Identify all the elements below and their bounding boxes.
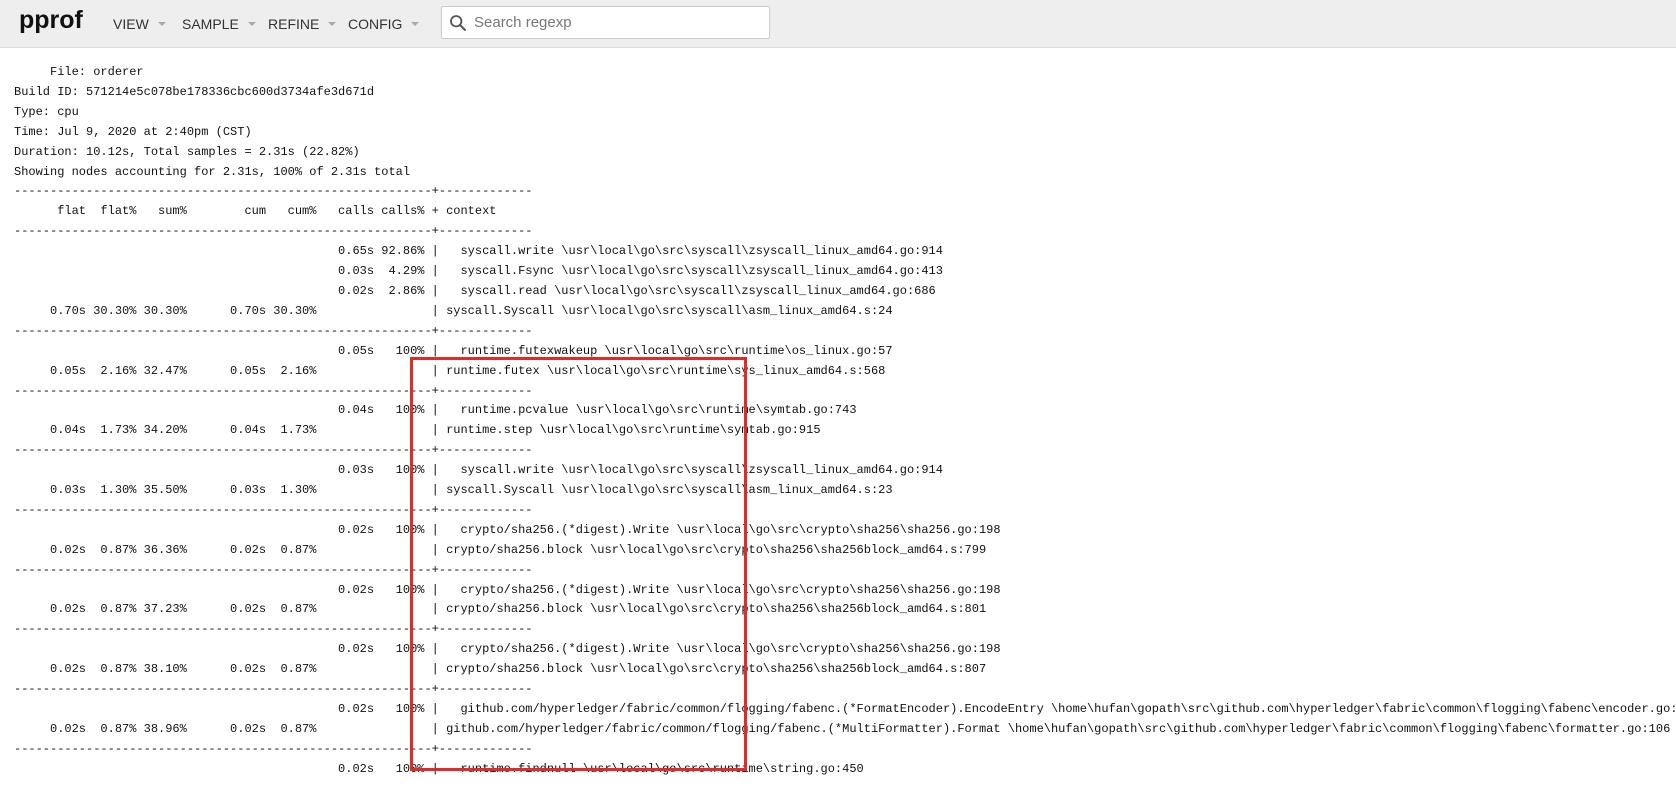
report-header-line: Time: Jul 9, 2020 at 2:40pm (CST)	[14, 124, 252, 139]
menu-config[interactable]: CONFIG	[348, 0, 420, 47]
top-bar: pprof VIEW SAMPLE REFINE CONFIG	[0, 0, 1676, 48]
report-row: 0.03s 4.29% | syscall.Fsync \usr\local\g…	[14, 264, 943, 279]
menu-view[interactable]: VIEW	[113, 0, 166, 47]
search-box	[441, 6, 770, 39]
report-row: 0.02s 0.87% 37.23% 0.02s 0.87% | crypto/…	[14, 602, 987, 617]
report-row: 0.02s 0.87% 38.10% 0.02s 0.87% | crypto/…	[14, 662, 987, 677]
report-row: 0.02s 0.87% 38.96% 0.02s 0.87% | github.…	[14, 721, 1671, 736]
caret-down-icon	[411, 22, 420, 26]
report-separator: ----------------------------------------…	[14, 682, 533, 697]
menu-sample-label: SAMPLE	[182, 15, 239, 32]
report-row: 0.05s 2.16% 32.47% 0.05s 2.16% | runtime…	[14, 363, 886, 378]
report-row: 0.02s 100% | runtime.findnull \usr\local…	[14, 761, 864, 776]
report-row: 0.02s 2.86% | syscall.read \usr\local\go…	[14, 283, 936, 298]
report-separator: ----------------------------------------…	[14, 502, 533, 517]
report-row: 0.02s 100% | github.com/hyperledger/fabr…	[14, 702, 1676, 716]
report-separator: ----------------------------------------…	[14, 622, 533, 637]
menu-config-label: CONFIG	[348, 15, 403, 32]
report-header-line: Duration: 10.12s, Total samples = 2.31s …	[14, 144, 360, 159]
caret-down-icon	[328, 22, 337, 26]
search-icon	[450, 15, 466, 31]
report-row: 0.70s 30.30% 30.30% 0.70s 30.30% | sysca…	[14, 303, 893, 318]
report-header-line: File: orderer	[14, 65, 144, 79]
report-row: 0.02s 100% | crypto/sha256.(*digest).Wri…	[14, 522, 1001, 537]
report-row: 0.02s 100% | crypto/sha256.(*digest).Wri…	[14, 582, 1001, 597]
report-separator: ----------------------------------------…	[14, 224, 533, 239]
report-column-header: flat flat% sum% cum cum% calls calls% + …	[14, 204, 497, 219]
caret-down-icon	[157, 22, 166, 26]
menu-refine-label: REFINE	[268, 15, 320, 32]
profile-report: File: orderer Build ID: 571214e5c078be17…	[14, 63, 1676, 780]
report-header-line: Build ID: 571214e5c078be178336cbc600d373…	[14, 84, 375, 99]
report-separator: ----------------------------------------…	[14, 741, 533, 756]
menu-view-label: VIEW	[113, 15, 149, 32]
report-row: 0.65s 92.86% | syscall.write \usr\local\…	[14, 244, 943, 259]
report-row: 0.03s 1.30% 35.50% 0.03s 1.30% | syscall…	[14, 483, 893, 498]
report-row: 0.02s 100% | crypto/sha256.(*digest).Wri…	[14, 642, 1001, 657]
caret-down-icon	[247, 22, 256, 26]
report-separator: ----------------------------------------…	[14, 383, 533, 398]
search-input[interactable]	[472, 11, 764, 34]
report-row: 0.04s 1.73% 34.20% 0.04s 1.73% | runtime…	[14, 423, 821, 438]
report-separator: ----------------------------------------…	[14, 443, 533, 458]
report-header-line: Showing nodes accounting for 2.31s, 100%…	[14, 164, 411, 179]
app-logo[interactable]: pprof	[19, 6, 83, 35]
report-row: 0.02s 0.87% 36.36% 0.02s 0.87% | crypto/…	[14, 542, 987, 557]
report-row: 0.05s 100% | runtime.futexwakeup \usr\lo…	[14, 343, 893, 358]
report-row: 0.03s 100% | syscall.write \usr\local\go…	[14, 463, 943, 478]
report-row: 0.04s 100% | runtime.pcvalue \usr\local\…	[14, 403, 857, 418]
report-header-line: Type: cpu	[14, 104, 79, 119]
menu-refine[interactable]: REFINE	[268, 0, 337, 47]
report-separator: ----------------------------------------…	[14, 562, 533, 577]
report-separator: ----------------------------------------…	[14, 184, 533, 199]
report-separator: ----------------------------------------…	[14, 323, 533, 338]
menu-sample[interactable]: SAMPLE	[182, 0, 256, 47]
